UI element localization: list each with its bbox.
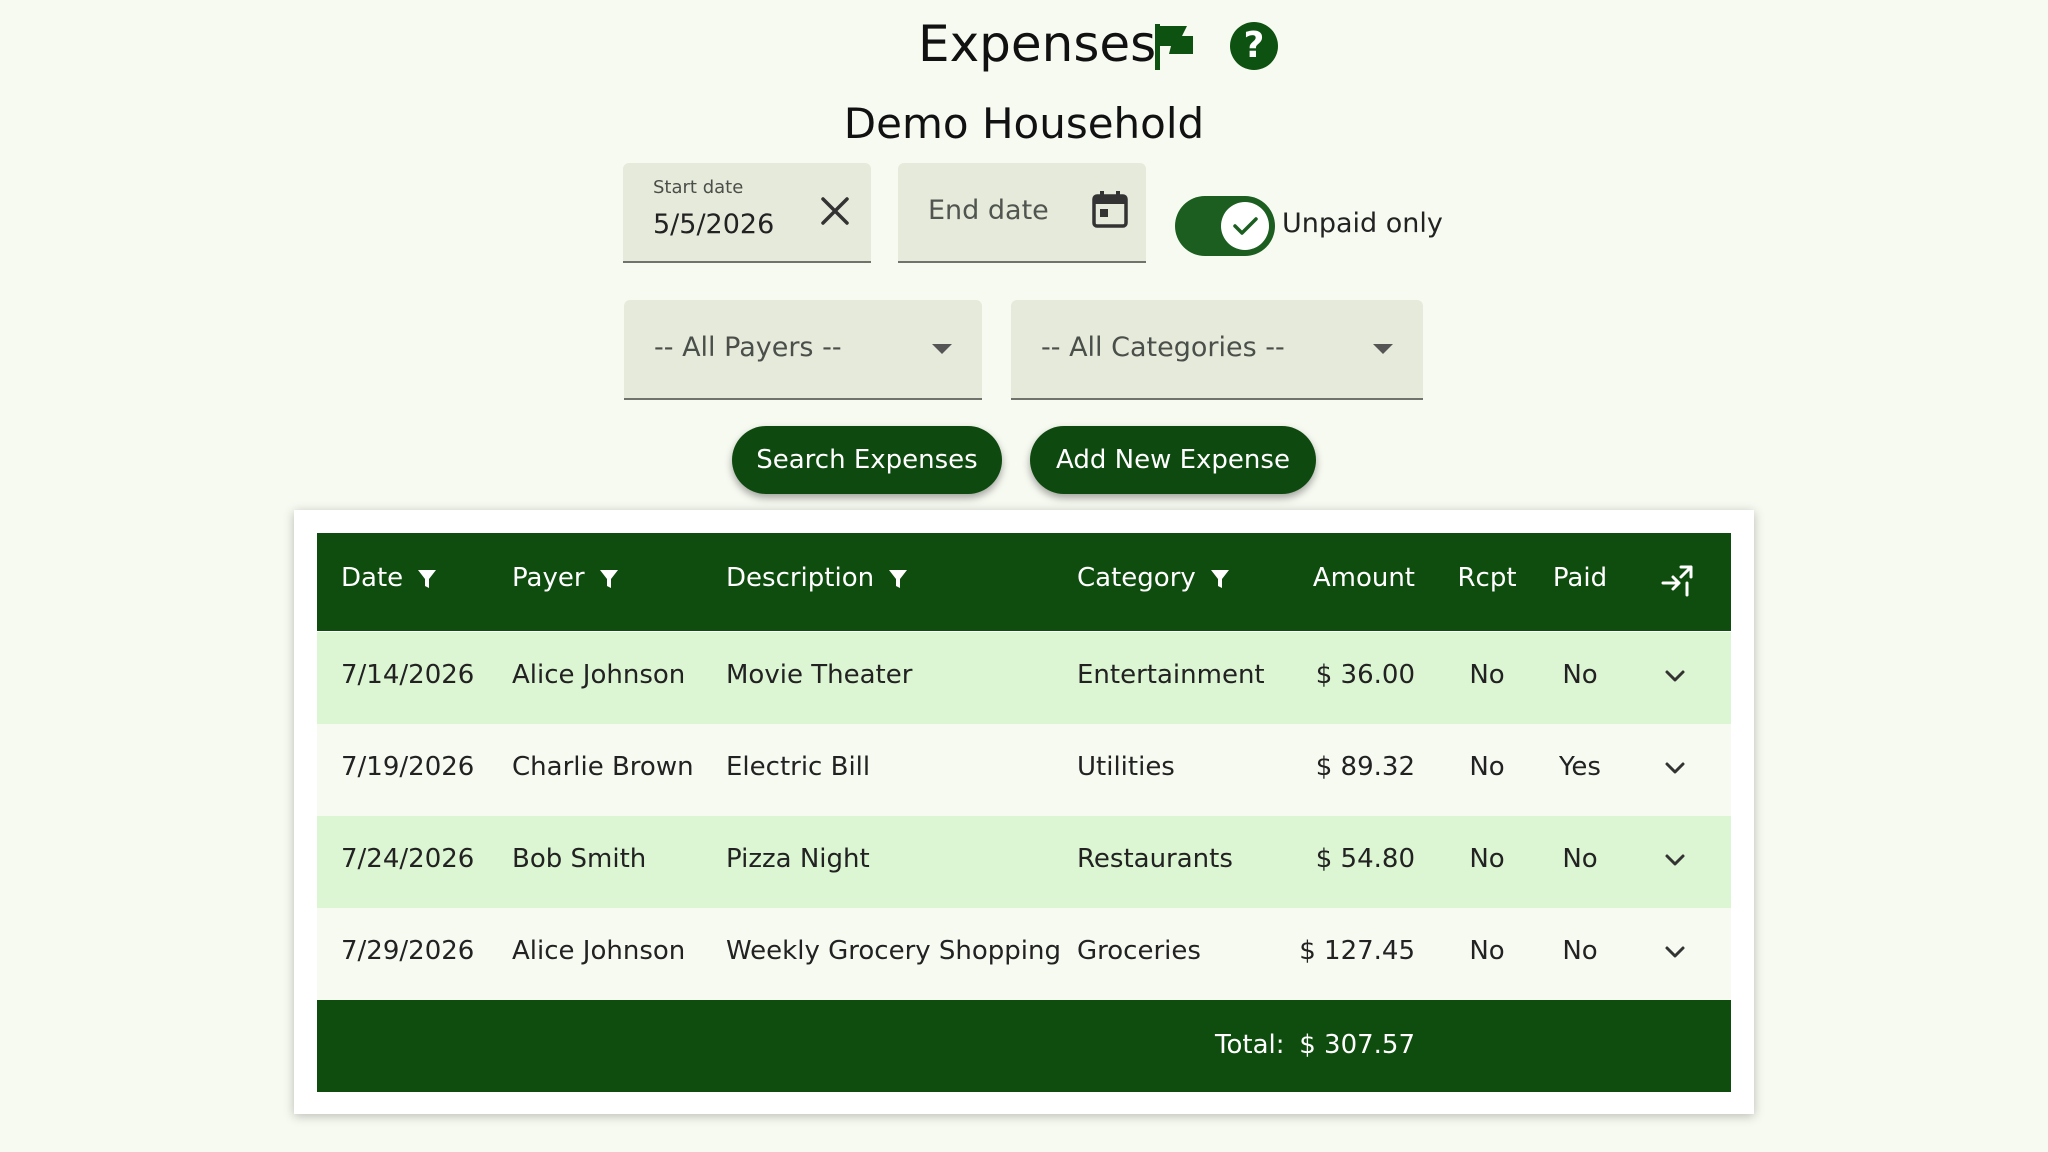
cell-category: Restaurants <box>1077 844 1233 874</box>
clear-icon[interactable] <box>817 193 853 229</box>
chevron-down-icon[interactable] <box>1661 938 1689 966</box>
categories-select[interactable]: -- All Categories -- <box>1011 300 1423 400</box>
expand-all-icon[interactable] <box>1657 561 1697 601</box>
cell-amount: $ 54.80 <box>1315 844 1415 874</box>
cell-rcpt: No <box>1469 844 1505 874</box>
cell-date: 7/19/2026 <box>341 752 475 782</box>
unpaid-only-toggle[interactable] <box>1175 196 1275 256</box>
cell-category: Groceries <box>1077 936 1201 966</box>
help-icon[interactable]: ? <box>1230 22 1278 70</box>
table-row[interactable]: 7/24/2026 Bob Smith Pizza Night Restaura… <box>317 816 1731 908</box>
calendar-icon[interactable] <box>1090 189 1130 229</box>
page-title: Expenses <box>918 15 1157 73</box>
table-row[interactable]: 7/29/2026 Alice Johnson Weekly Grocery S… <box>317 908 1731 1000</box>
start-date-field[interactable]: Start date 5/5/2026 <box>623 163 871 263</box>
column-header-rcpt[interactable]: Rcpt <box>1442 563 1532 593</box>
cell-rcpt: No <box>1469 752 1505 782</box>
search-expenses-button[interactable]: Search Expenses <box>732 426 1002 494</box>
start-date-value[interactable]: 5/5/2026 <box>653 209 774 240</box>
cell-payer: Alice Johnson <box>512 660 686 690</box>
start-date-label: Start date <box>653 177 744 198</box>
column-header-amount[interactable]: Amount <box>1287 563 1415 593</box>
check-icon <box>1233 217 1258 235</box>
payers-select[interactable]: -- All Payers -- <box>624 300 982 400</box>
cell-payer: Bob Smith <box>512 844 647 874</box>
table-row[interactable]: 7/14/2026 Alice Johnson Movie Theater En… <box>317 632 1731 724</box>
cell-paid: No <box>1562 936 1598 966</box>
total-label: Total: <box>1215 1030 1285 1060</box>
filter-icon[interactable] <box>1210 568 1230 590</box>
cell-category: Utilities <box>1077 752 1175 782</box>
total-value: $ 307.57 <box>1299 1030 1415 1060</box>
column-header-payer[interactable]: Payer <box>512 563 619 593</box>
add-new-expense-button[interactable]: Add New Expense <box>1030 426 1316 494</box>
table-row[interactable]: 7/19/2026 Charlie Brown Electric Bill Ut… <box>317 724 1731 816</box>
cell-description: Weekly Grocery Shopping <box>726 936 1062 966</box>
cell-date: 7/29/2026 <box>341 936 475 966</box>
end-date-placeholder: End date <box>928 195 1049 226</box>
chevron-down-icon[interactable] <box>1661 662 1689 690</box>
end-date-field[interactable]: End date <box>898 163 1146 263</box>
filter-icon[interactable] <box>417 568 437 590</box>
cell-payer: Alice Johnson <box>512 936 686 966</box>
cell-paid: Yes <box>1559 752 1601 782</box>
chevron-down-icon[interactable] <box>1661 754 1689 782</box>
column-header-description[interactable]: Description <box>726 563 908 593</box>
cell-category: Entertainment <box>1077 660 1265 690</box>
cell-date: 7/24/2026 <box>341 844 475 874</box>
column-header-date[interactable]: Date <box>341 563 437 593</box>
cell-description: Pizza Night <box>726 844 870 874</box>
cell-amount: $ 89.32 <box>1315 752 1415 782</box>
column-header-category[interactable]: Category <box>1077 563 1230 593</box>
cell-rcpt: No <box>1469 936 1505 966</box>
unpaid-only-label[interactable]: Unpaid only <box>1282 208 1443 239</box>
table-header: Date Payer Description Category Amount R… <box>317 533 1731 631</box>
cell-payer: Charlie Brown <box>512 752 694 782</box>
flag-icon[interactable] <box>1153 22 1195 72</box>
cell-date: 7/14/2026 <box>341 660 475 690</box>
cell-description: Electric Bill <box>726 752 871 782</box>
cell-paid: No <box>1562 660 1598 690</box>
table-footer: Total: $ 307.57 <box>317 1000 1731 1092</box>
filter-icon[interactable] <box>888 568 908 590</box>
payers-select-value: -- All Payers -- <box>654 332 842 363</box>
household-name: Demo Household <box>843 99 1205 148</box>
filter-icon[interactable] <box>599 568 619 590</box>
column-header-paid[interactable]: Paid <box>1535 563 1625 593</box>
toggle-knob <box>1221 202 1269 250</box>
cell-rcpt: No <box>1469 660 1505 690</box>
chevron-down-icon[interactable] <box>1661 846 1689 874</box>
cell-paid: No <box>1562 844 1598 874</box>
cell-amount: $ 36.00 <box>1315 660 1415 690</box>
caret-down-icon <box>932 344 952 354</box>
caret-down-icon <box>1373 344 1393 354</box>
categories-select-value: -- All Categories -- <box>1041 332 1285 363</box>
cell-description: Movie Theater <box>726 660 913 690</box>
cell-amount: $ 127.45 <box>1299 936 1415 966</box>
